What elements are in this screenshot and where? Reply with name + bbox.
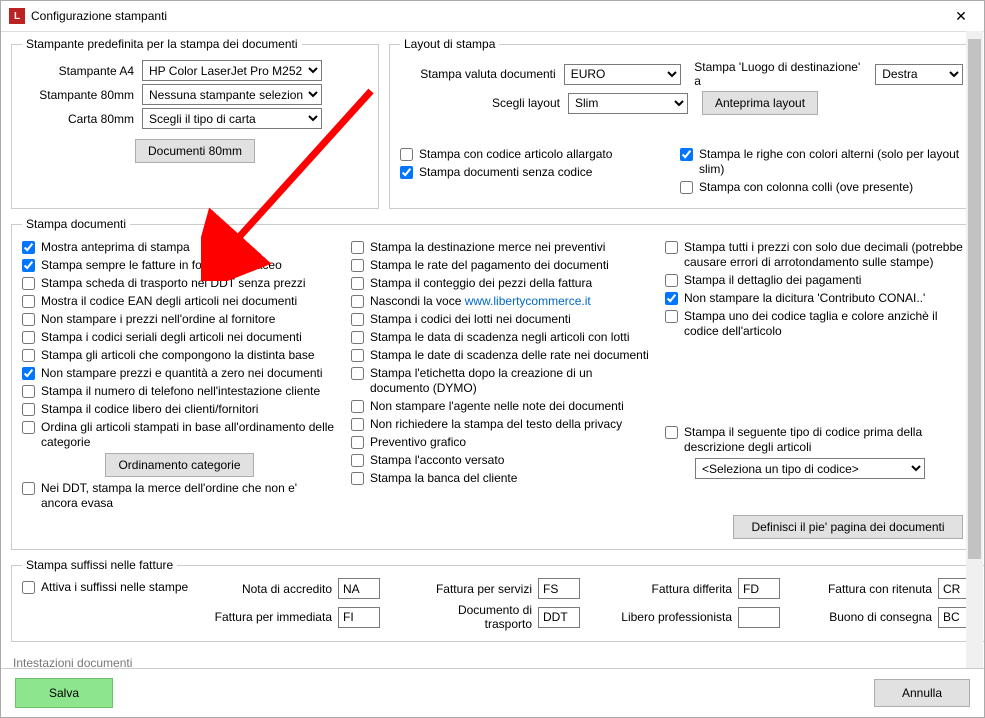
l-fi: Fattura per immediata xyxy=(212,610,332,624)
save-button[interactable]: Salva xyxy=(15,678,113,708)
scrollbar-thumb[interactable] xyxy=(968,39,981,559)
l-bc: Buono di consegna xyxy=(812,610,932,624)
i-ddt[interactable] xyxy=(538,607,580,628)
select-paper80[interactable]: Scegli il tipo di carta xyxy=(142,108,322,129)
window-title: Configurazione stampanti xyxy=(31,9,167,23)
docs-c2b-6[interactable]: Preventivo grafico xyxy=(351,435,651,450)
docs-c1-10[interactable]: Ordina gli articoli stampati in base all… xyxy=(22,420,337,450)
docs-code-type-cb[interactable]: Stampa il seguente tipo di codice prima … xyxy=(665,425,963,455)
app-icon: L xyxy=(9,8,25,24)
docs-hide-liberty[interactable]: Nascondi la voce www.libertycommerce.it xyxy=(351,294,651,309)
select-code-type[interactable]: <Seleziona un tipo di codice> xyxy=(695,458,925,479)
cb-wide-code[interactable]: Stampa con codice articolo allargato xyxy=(400,147,650,162)
docs-c1-3[interactable]: Mostra il codice EAN degli articoli nei … xyxy=(22,294,337,309)
i-fd[interactable] xyxy=(738,578,780,599)
preview-layout-button[interactable]: Anteprima layout xyxy=(702,91,818,115)
close-button[interactable]: ✕ xyxy=(938,1,984,31)
cut-heading: Intestazioni documenti xyxy=(11,650,974,669)
docs80-button[interactable]: Documenti 80mm xyxy=(135,139,255,163)
group-default-printer: Stampante predefinita per la stampa dei … xyxy=(11,37,379,209)
docs-c2b-1[interactable]: Stampa le data di scadenza negli articol… xyxy=(351,330,651,345)
l-ddt: Documento di trasporto xyxy=(412,603,532,631)
label-layout: Scegli layout xyxy=(400,96,568,110)
label-dest: Stampa 'Luogo di destinazione' a xyxy=(694,60,865,88)
docs-c1-1[interactable]: Stampa sempre le fatture in formato cart… xyxy=(22,258,337,273)
legend-docs: Stampa documenti xyxy=(22,217,130,231)
select-dest[interactable]: Destra xyxy=(875,64,963,85)
l-fd: Fattura differita xyxy=(612,582,732,596)
legend-suffix: Stampa suffissi nelle fatture xyxy=(22,558,177,572)
l-lp: Libero professionista xyxy=(612,610,732,624)
i-fs[interactable] xyxy=(538,578,580,599)
docs-c2a-2[interactable]: Stampa il conteggio dei pezzi della fatt… xyxy=(351,276,651,291)
docs-col2: Stampa la destinazione merce nei prevent… xyxy=(351,237,651,539)
group-layout: Layout di stampa Stampa valuta documenti… xyxy=(389,37,974,209)
label-80: Stampante 80mm xyxy=(22,88,142,102)
docs-c1-5[interactable]: Stampa i codici seriali degli articoli n… xyxy=(22,330,337,345)
l-na: Nota di accredito xyxy=(212,582,332,596)
order-categories-button[interactable]: Ordinamento categorie xyxy=(105,453,253,477)
i-lp[interactable] xyxy=(738,607,780,628)
docs-c2b-7[interactable]: Stampa l'acconto versato xyxy=(351,453,651,468)
select-80[interactable]: Nessuna stampante selezionat xyxy=(142,84,322,105)
docs-c1-6[interactable]: Stampa gli articoli che compongono la di… xyxy=(22,348,337,363)
liberty-link[interactable]: www.libertycommerce.it xyxy=(465,294,591,308)
docs-c3-0[interactable]: Stampa tutti i prezzi con solo due decim… xyxy=(665,240,963,270)
docs-c1-0[interactable]: Mostra anteprima di stampa xyxy=(22,240,337,255)
cancel-button[interactable]: Annulla xyxy=(874,679,970,707)
cb-enable-suffix[interactable]: Attiva i suffissi nelle stampe xyxy=(22,580,192,595)
window: L Configurazione stampanti ✕ Stampante p… xyxy=(0,0,985,718)
cb-alt-rows[interactable]: Stampa le righe con colori alterni (solo… xyxy=(680,147,963,177)
cb-colli[interactable]: Stampa con colonna colli (ove presente) xyxy=(680,180,963,195)
select-a4[interactable]: HP Color LaserJet Pro M252 P xyxy=(142,60,322,81)
docs-c2b-4[interactable]: Non stampare l'agente nelle note dei doc… xyxy=(351,399,651,414)
docs-c2a-1[interactable]: Stampa le rate del pagamento dei documen… xyxy=(351,258,651,273)
l-fs: Fattura per servizi xyxy=(412,582,532,596)
i-na[interactable] xyxy=(338,578,380,599)
docs-c3-2[interactable]: Non stampare la dicitura 'Contributo CON… xyxy=(665,291,963,306)
i-fi[interactable] xyxy=(338,607,380,628)
docs-c1-last[interactable]: Nei DDT, stampa la merce dell'ordine che… xyxy=(22,481,337,511)
docs-c2b-0[interactable]: Stampa i codici dei lotti nei documenti xyxy=(351,312,651,327)
legend-default-printer: Stampante predefinita per la stampa dei … xyxy=(22,37,302,51)
docs-c1-8[interactable]: Stampa il numero di telefono nell'intest… xyxy=(22,384,337,399)
titlebar: L Configurazione stampanti ✕ xyxy=(1,1,984,32)
docs-c3-3[interactable]: Stampa uno dei codice taglia e colore an… xyxy=(665,309,963,339)
docs-c1-2[interactable]: Stampa scheda di trasporto nei DDT senza… xyxy=(22,276,337,291)
footer: Salva Annulla xyxy=(1,668,984,717)
define-footer-button[interactable]: Definisci il pie' pagina dei documenti xyxy=(733,515,963,539)
body: Stampante predefinita per la stampa dei … xyxy=(1,31,984,669)
docs-c2a-0[interactable]: Stampa la destinazione merce nei prevent… xyxy=(351,240,651,255)
docs-c2b-3[interactable]: Stampa l'etichetta dopo la creazione di … xyxy=(351,366,651,396)
group-suffix: Stampa suffissi nelle fatture Attiva i s… xyxy=(11,558,984,642)
select-currency[interactable]: EURO xyxy=(564,64,681,85)
label-paper80: Carta 80mm xyxy=(22,112,142,126)
docs-col1: Mostra anteprima di stampa Stampa sempre … xyxy=(22,237,337,539)
docs-c1-9[interactable]: Stampa il codice libero dei clienti/forn… xyxy=(22,402,337,417)
label-a4: Stampante A4 xyxy=(22,64,142,78)
select-layout[interactable]: Slim xyxy=(568,93,688,114)
scrollbar[interactable] xyxy=(966,31,983,669)
docs-col3: Stampa tutti i prezzi con solo due decim… xyxy=(665,237,963,539)
docs-c1-4[interactable]: Non stampare i prezzi nell'ordine al for… xyxy=(22,312,337,327)
group-docs: Stampa documenti Mostra anteprima di sta… xyxy=(11,217,974,550)
docs-c1-7[interactable]: Non stampare prezzi e quantità a zero ne… xyxy=(22,366,337,381)
docs-c2b-5[interactable]: Non richiedere la stampa del testo della… xyxy=(351,417,651,432)
cb-no-code[interactable]: Stampa documenti senza codice xyxy=(400,165,650,180)
docs-c3-1[interactable]: Stampa il dettaglio dei pagamenti xyxy=(665,273,963,288)
legend-layout: Layout di stampa xyxy=(400,37,499,51)
docs-c2b-2[interactable]: Stampa le date di scadenza delle rate ne… xyxy=(351,348,651,363)
label-currency: Stampa valuta documenti xyxy=(400,67,564,81)
docs-c2b-8[interactable]: Stampa la banca del cliente xyxy=(351,471,651,486)
l-cr: Fattura con ritenuta xyxy=(812,582,932,596)
